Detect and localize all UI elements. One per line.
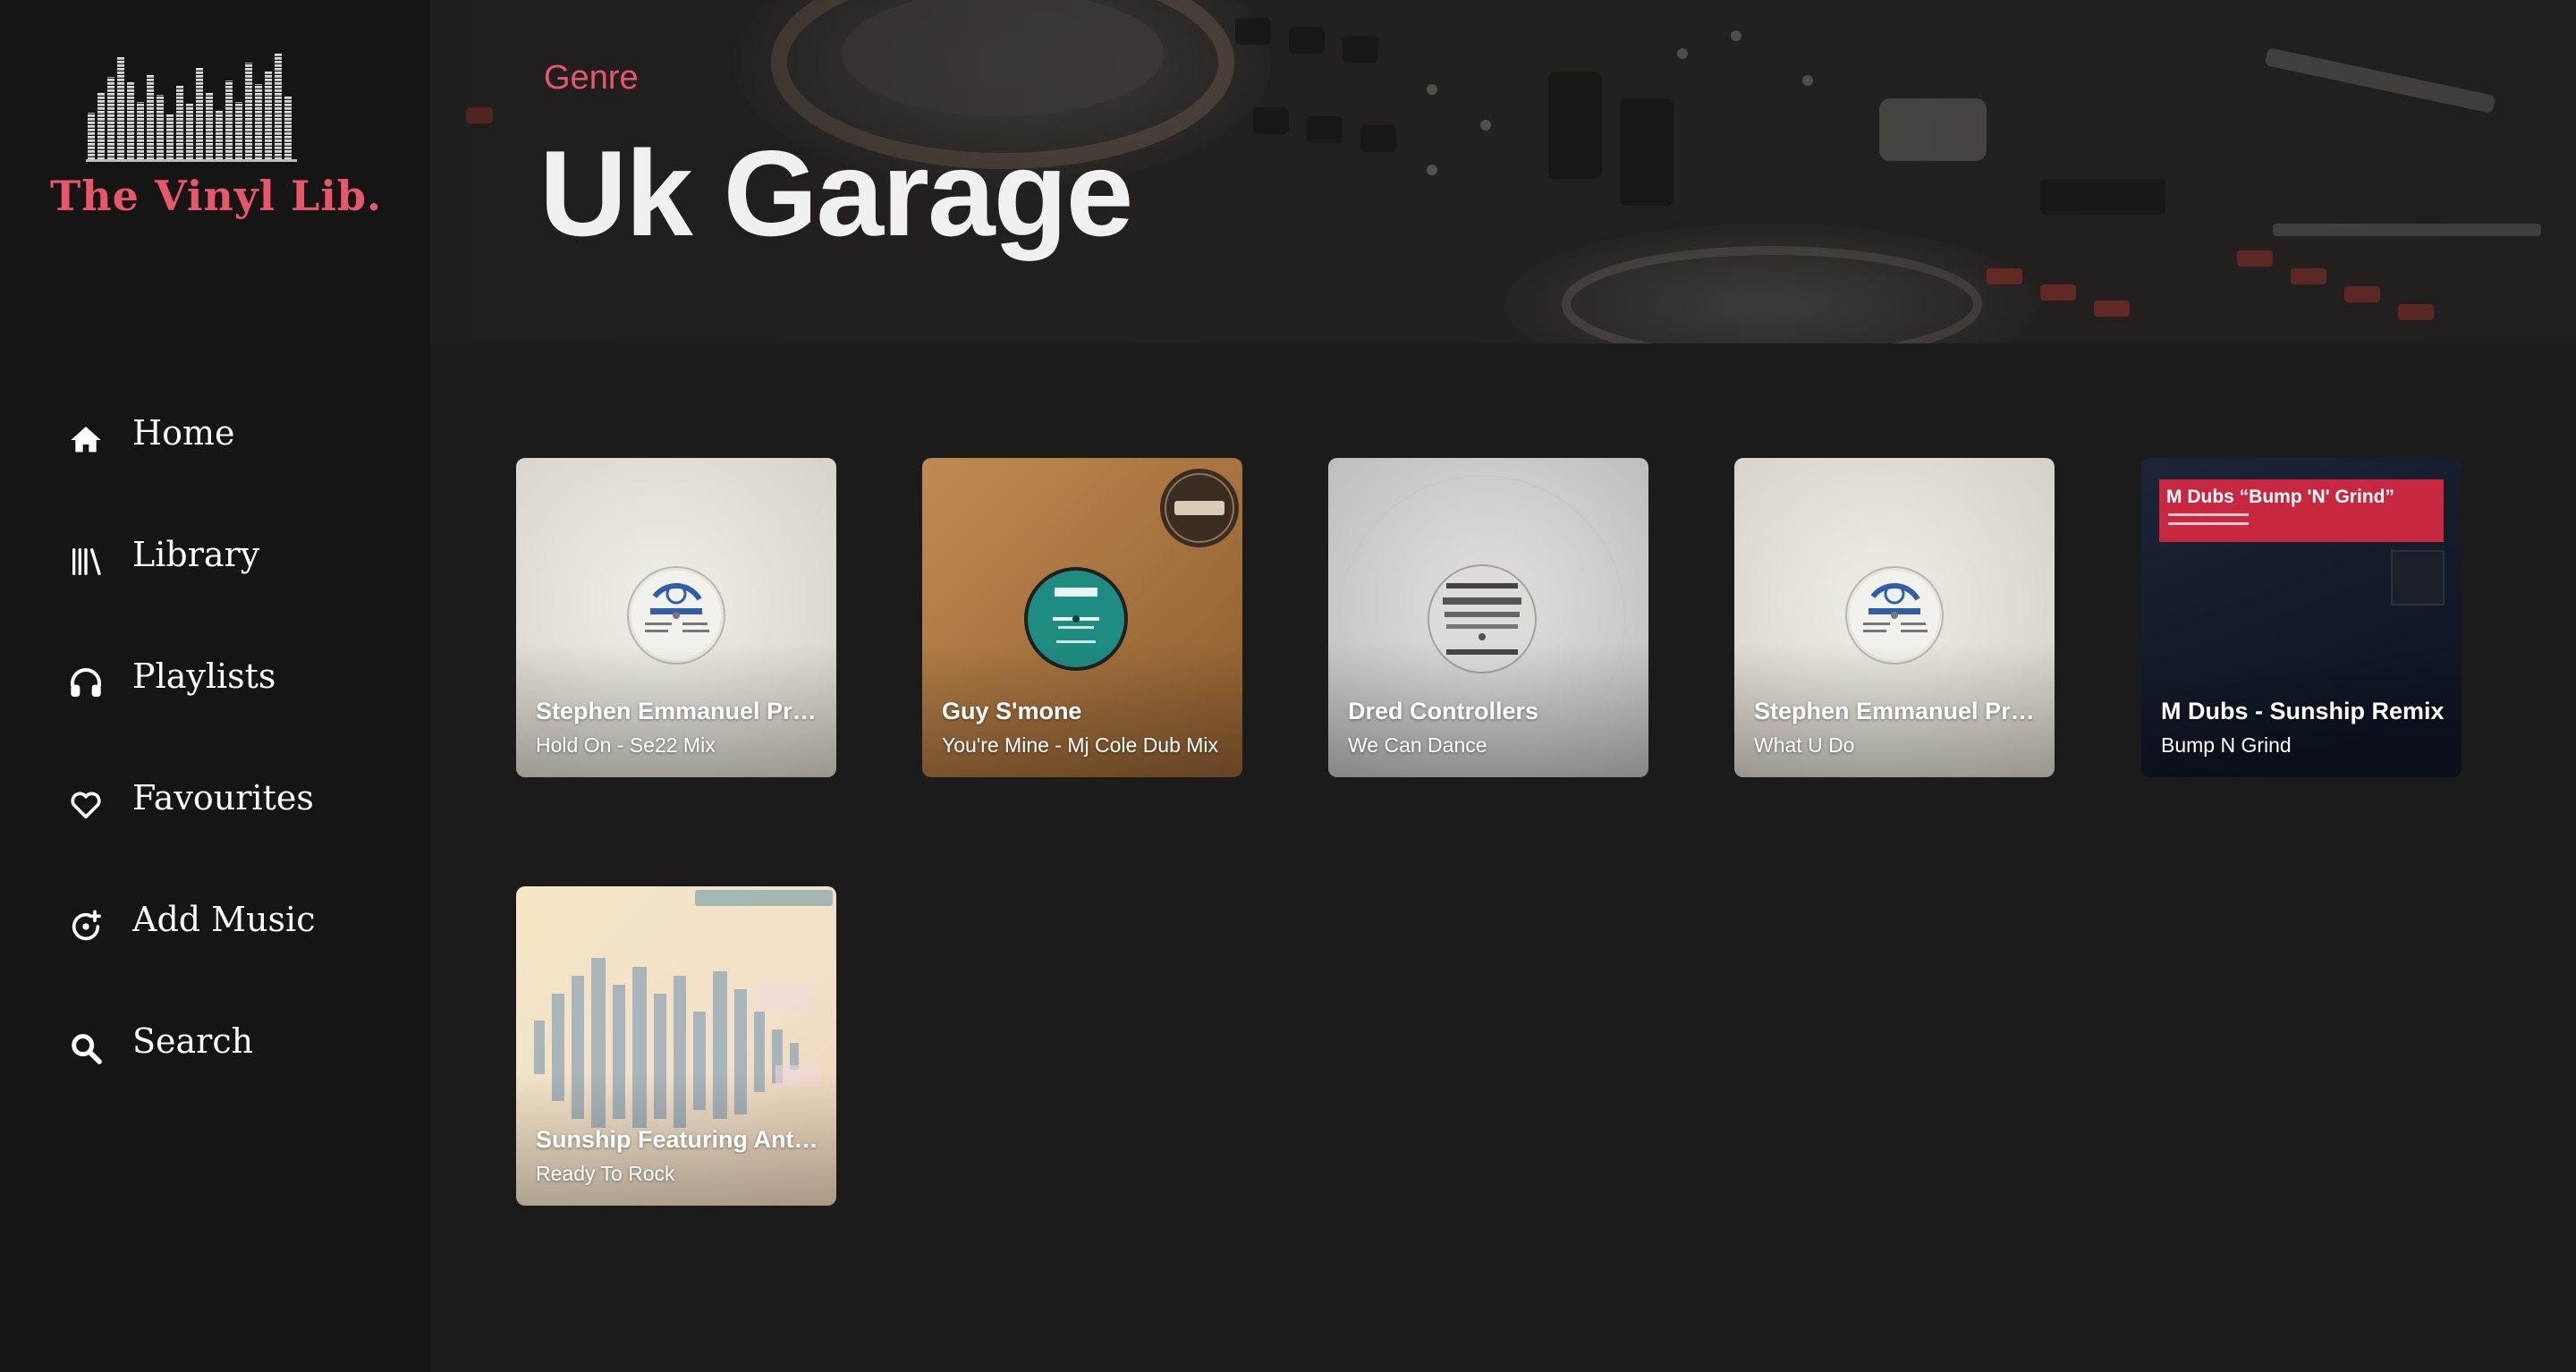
search-icon: [68, 1030, 104, 1066]
record-artist: Dred Controllers: [1348, 698, 1539, 724]
sidebar: The Vinyl Lib. Home Library Playlists Fa…: [0, 0, 430, 1372]
library-icon: [68, 544, 104, 580]
sidebar-item-label: Library: [132, 535, 260, 574]
sidebar-item-home[interactable]: Home: [0, 394, 430, 483]
heart-icon: [68, 787, 104, 823]
sidebar-item-add-music[interactable]: Add Music: [0, 880, 430, 970]
genre-header: Genre Uk Garage: [430, 0, 2576, 343]
equalizer-logo-icon: [86, 54, 297, 162]
record-artist: M Dubs - Sunship Remix: [2161, 698, 2445, 724]
page-eyebrow: Genre: [544, 59, 639, 97]
record-card[interactable]: Guy S'mone You're Mine - Mj Cole Dub Mix: [922, 458, 1242, 777]
page-title: Uk Garage: [539, 125, 1133, 261]
sidebar-item-label: Playlists: [132, 656, 276, 696]
main-content: Genre Uk Garage Stephen Emmanuel Pres Ho…: [430, 0, 2576, 1372]
record-title: You're Mine - Mj Cole Dub Mix: [942, 733, 1219, 757]
add-music-icon: [68, 909, 104, 944]
sleeve-sticker-text: M Dubs “Bump 'N' Grind”: [2166, 487, 2394, 507]
sidebar-item-label: Home: [132, 413, 235, 453]
record-card[interactable]: Stephen Emmanuel Presents Colours What U…: [1734, 458, 2055, 777]
sidebar-item-label: Favourites: [132, 778, 314, 817]
record-title: What U Do: [1754, 733, 1855, 757]
headphones-icon: [68, 665, 104, 701]
record-card[interactable]: Sunship Featuring Anthony Ready To Rock: [516, 886, 836, 1206]
record-artist: Sunship Featuring Anthony: [536, 1126, 820, 1153]
record-card[interactable]: M Dubs “Bump 'N' Grind” M Dubs - Sunship…: [2141, 458, 2462, 777]
record-title: Hold On - Se22 Mix: [536, 733, 716, 757]
record-artist: Stephen Emmanuel Presents Colours: [536, 698, 820, 724]
record-title: Ready To Rock: [536, 1162, 675, 1185]
sidebar-item-label: Search: [132, 1021, 254, 1061]
home-icon: [68, 422, 104, 458]
logo-text: The Vinyl Lib.: [50, 172, 382, 220]
sidebar-item-favourites[interactable]: Favourites: [0, 758, 430, 848]
sidebar-item-search[interactable]: Search: [0, 1002, 430, 1091]
logo[interactable]: The Vinyl Lib.: [50, 50, 382, 229]
sidebar-item-label: Add Music: [132, 900, 316, 939]
sidebar-item-library[interactable]: Library: [0, 515, 430, 605]
record-artist: Guy S'mone: [942, 698, 1082, 724]
record-card[interactable]: Stephen Emmanuel Presents Colours Hold O…: [516, 458, 836, 777]
record-card[interactable]: Dred Controllers We Can Dance: [1328, 458, 1648, 777]
sidebar-item-playlists[interactable]: Playlists: [0, 637, 430, 726]
record-title: We Can Dance: [1348, 733, 1487, 757]
record-artist: Stephen Emmanuel Presents Colours: [1754, 698, 2038, 724]
record-title: Bump N Grind: [2161, 733, 2292, 757]
app: The Vinyl Lib. Home Library Playlists Fa…: [0, 0, 2576, 1372]
